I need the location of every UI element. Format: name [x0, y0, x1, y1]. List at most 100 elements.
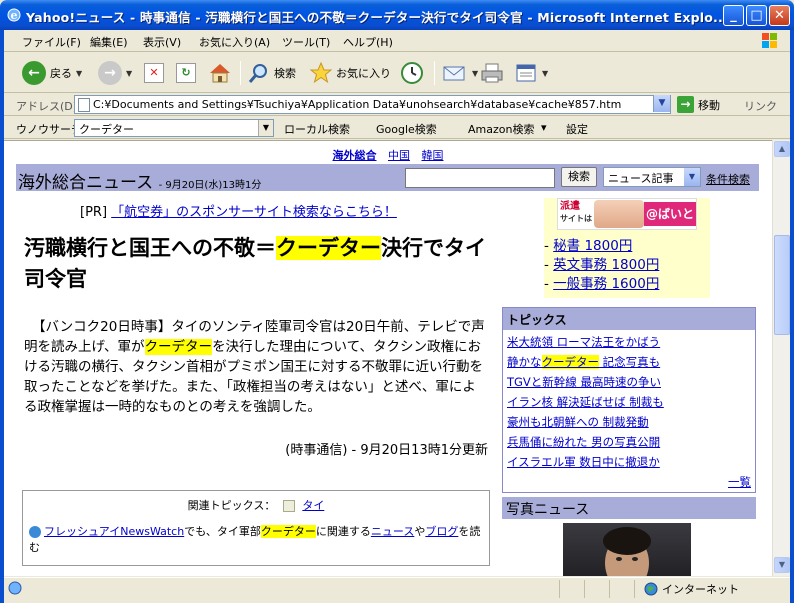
ad-link-general-office[interactable]: 一般事務 1600円	[553, 276, 659, 292]
forward-dropdown-icon[interactable]: ▼	[126, 69, 132, 78]
news-search-input[interactable]	[405, 168, 555, 188]
highlight-term: クーデター	[260, 525, 316, 538]
article-body: 【バンコク20日時事】タイのソンティ陸軍司令官は20日午前、テレビで声明を読み上…	[24, 319, 485, 415]
topics-title: トピックス	[503, 308, 755, 330]
link-korea[interactable]: 韓国	[422, 149, 444, 162]
search-button[interactable]: 検索	[248, 59, 296, 87]
news-type-select[interactable]: ニュース記事 ▼	[603, 167, 701, 187]
ad-banner[interactable]: 派遣 サイトは @ばいと	[557, 198, 697, 230]
menu-favorites[interactable]: お気に入り(A)	[199, 34, 270, 50]
minimize-button[interactable]: _	[723, 5, 744, 26]
mail-icon	[443, 66, 465, 81]
topic-item[interactable]: 米大統領 ローマ法王をかばう	[507, 332, 751, 352]
ad-brand-logo: @ばいと	[644, 202, 696, 226]
back-button[interactable]: ← 戻る ▼	[22, 59, 82, 87]
menu-help[interactable]: ヘルプ(H)	[343, 34, 393, 50]
pr-link[interactable]: 「航空券」のスポンサーサイト検索ならこちら！	[111, 205, 397, 220]
scroll-up-icon[interactable]: ▲	[774, 141, 790, 157]
news-search-button[interactable]: 検索	[561, 167, 597, 187]
amazon-dropdown-icon[interactable]: ▾	[541, 121, 547, 134]
topic-item[interactable]: 兵馬俑に紛れた 男の写真公開	[507, 432, 751, 452]
internet-explorer-icon: e	[7, 8, 21, 22]
pr-label: [PR]	[80, 205, 108, 220]
topic-item[interactable]: イラン核 解決延ばせば 制裁も	[507, 392, 751, 412]
link-world-news[interactable]: 海外総合	[333, 149, 377, 162]
window-title: Yahoo!ニュース - 時事通信 - 汚職横行と国王への不敬＝クーデター決行で…	[26, 10, 728, 25]
history-button[interactable]	[400, 59, 424, 87]
ad-person-image	[594, 200, 644, 228]
related-topic-link[interactable]: タイ	[302, 499, 324, 512]
edit-dropdown-icon[interactable]: ▼	[542, 69, 548, 78]
favorites-button[interactable]: お気に入り	[310, 59, 391, 87]
address-input[interactable]: C:¥Documents and Settings¥Tsuchiya¥Appli…	[74, 95, 671, 114]
menu-tools[interactable]: ツール(T)	[282, 34, 330, 50]
topic-item[interactable]: TGVと新幹線 最高時速の争い	[507, 372, 751, 392]
mail-dropdown-icon[interactable]: ▼	[472, 69, 478, 78]
refresh-button[interactable]: ↻	[176, 59, 196, 87]
google-search-button[interactable]: Google検索	[376, 121, 437, 137]
news-link[interactable]: ニュース	[371, 525, 414, 538]
mail-button[interactable]: ▼	[442, 59, 478, 87]
print-button[interactable]	[480, 59, 504, 87]
menu-file[interactable]: ファイル(F)	[22, 34, 81, 50]
search-toolbar-dropdown-icon[interactable]: ▼	[258, 120, 273, 136]
scroll-thumb[interactable]	[774, 235, 790, 335]
settings-button[interactable]: 設定	[566, 121, 588, 137]
ad-link-english-office[interactable]: 英文事務 1800円	[553, 257, 659, 273]
topic-item[interactable]: イスラエル軍 数日中に撤退か	[507, 452, 751, 472]
edit-button[interactable]: ▼	[514, 59, 548, 87]
security-zone: インターネット	[644, 581, 739, 597]
window-border-right	[790, 30, 794, 603]
vertical-scrollbar[interactable]: ▲ ▼	[772, 140, 790, 576]
address-dropdown-icon[interactable]: ▼	[653, 95, 670, 112]
related-topics: 関連トピックス： タイ	[23, 497, 489, 513]
globe-icon	[644, 582, 658, 596]
address-bar: アドレス(D) C:¥Documents and Settings¥Tsuchi…	[4, 94, 790, 116]
address-value: C:¥Documents and Settings¥Tsuchiya¥Appli…	[93, 98, 622, 111]
maximize-button[interactable]: □	[746, 5, 767, 26]
title-bar[interactable]: e Yahoo!ニュース - 時事通信 - 汚職横行と国王への不敬＝クーデター決…	[0, 0, 794, 30]
related-label: 関連トピックス：	[187, 499, 276, 512]
link-china[interactable]: 中国	[388, 149, 410, 162]
toolbar-separator	[240, 61, 241, 85]
section-title: 海外総合ニュース - 9月20日(水)13時1分	[18, 173, 262, 193]
topics-more-link[interactable]: 一覧	[728, 474, 751, 490]
magnifier-icon	[248, 64, 267, 83]
go-button[interactable]: → 移動	[677, 96, 720, 113]
back-arrow-icon: ←	[22, 61, 46, 85]
local-search-button[interactable]: ローカル検索	[284, 121, 350, 137]
amazon-search-button[interactable]: Amazon検索	[468, 121, 534, 137]
advanced-search-link[interactable]: 条件検索	[706, 171, 750, 187]
windows-logo-icon	[762, 33, 777, 48]
topics-box: トピックス 米大統領 ローマ法王をかばう 静かなクーデター 記念写真も TGVと…	[502, 307, 756, 493]
forward-button[interactable]: → ▼	[98, 59, 132, 87]
scroll-down-icon[interactable]: ▼	[774, 557, 790, 573]
menu-bar: ファイル(F) 編集(E) 表示(V) お気に入り(A) ツール(T) ヘルプ(…	[4, 30, 790, 52]
topic-item[interactable]: 豪州も北朝鮮への 制裁発動	[507, 412, 751, 432]
ad-banner-text: 派遣 サイトは	[560, 201, 592, 223]
page-status-icon	[8, 581, 22, 595]
stop-button[interactable]: ✕	[144, 59, 164, 87]
go-arrow-icon: →	[677, 96, 694, 113]
portrait-photo	[603, 527, 651, 576]
photo-news-image[interactable]	[563, 523, 691, 576]
back-dropdown-icon[interactable]: ▼	[76, 69, 82, 78]
article-headline: 汚職横行と国王への不敬＝クーデター決行でタイ司令官	[24, 236, 486, 291]
menu-view[interactable]: 表示(V)	[143, 34, 181, 50]
refresh-icon: ↻	[176, 63, 196, 83]
search-toolbar-input[interactable]: クーデター ▼	[74, 119, 274, 137]
topic-item[interactable]: 静かなクーデター 記念写真も	[507, 352, 751, 372]
highlight-term: クーデター	[144, 339, 213, 355]
highlight-term: クーデター	[276, 236, 381, 260]
home-button[interactable]	[208, 59, 232, 87]
highlight-term: クーデター	[541, 355, 599, 369]
blog-link[interactable]: ブログ	[425, 525, 458, 538]
fresheye-link[interactable]: フレッシュアイNewsWatch	[44, 525, 184, 538]
go-label: 移動	[698, 98, 720, 112]
ad-link-secretary[interactable]: 秘書 1800円	[553, 238, 632, 254]
close-button[interactable]: ✕	[769, 5, 790, 26]
related-box: 関連トピックス： タイ フレッシュアイNewsWatchでも、タイ軍部クーデター…	[22, 490, 490, 566]
links-label[interactable]: リンク	[744, 98, 777, 114]
zone-label: インターネット	[662, 583, 739, 596]
menu-edit[interactable]: 編集(E)	[90, 34, 128, 50]
